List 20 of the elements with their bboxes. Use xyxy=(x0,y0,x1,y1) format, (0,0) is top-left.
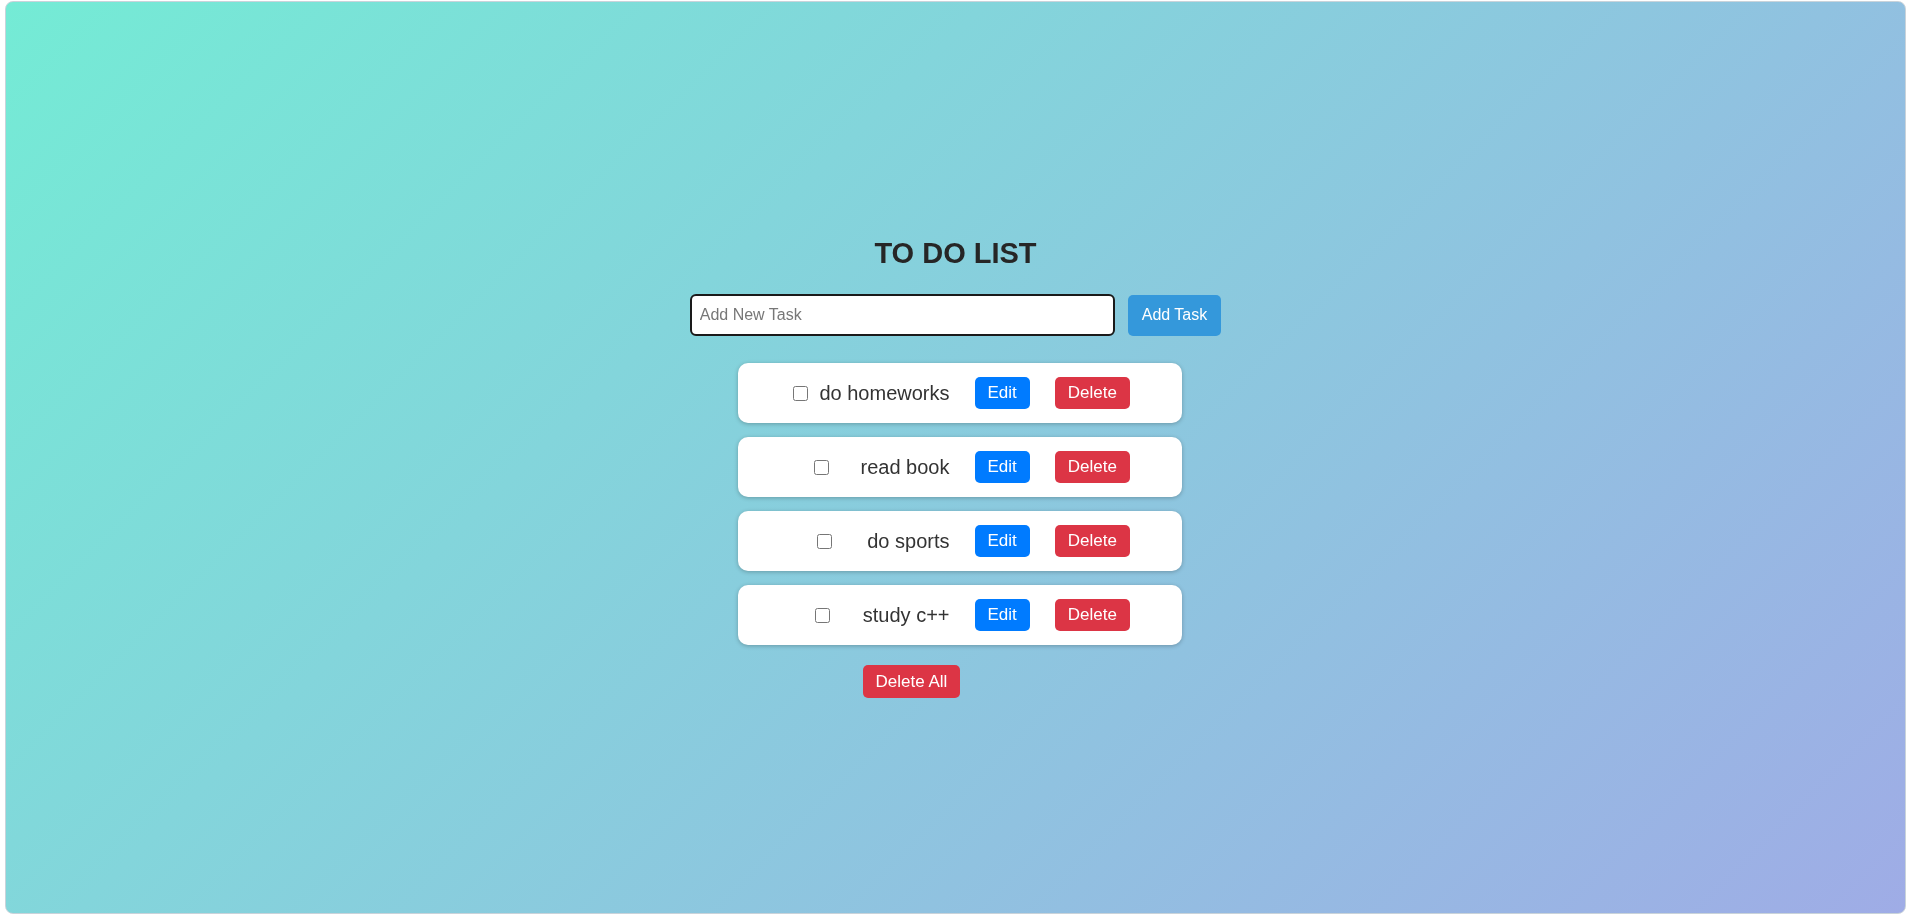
delete-all-button[interactable]: Delete All xyxy=(862,665,961,698)
task-text: read book xyxy=(860,455,950,479)
add-task-button[interactable]: Add Task xyxy=(1127,294,1222,336)
edit-button[interactable]: Edit xyxy=(974,525,1030,557)
delete-button[interactable]: Delete xyxy=(1054,525,1130,557)
edit-button[interactable]: Edit xyxy=(974,377,1030,409)
delete-button[interactable]: Delete xyxy=(1054,599,1130,631)
task-checkbox[interactable] xyxy=(815,607,831,623)
task-text: study c++ xyxy=(862,603,950,627)
delete-button[interactable]: Delete xyxy=(1054,451,1130,483)
delete-button[interactable]: Delete xyxy=(1054,377,1130,409)
task-checkbox[interactable] xyxy=(814,459,829,475)
task-checkbox[interactable] xyxy=(793,385,809,401)
task-checkbox[interactable] xyxy=(817,533,833,549)
task-text: do sports xyxy=(867,529,950,553)
new-task-field[interactable]: Add New Task xyxy=(689,294,1115,336)
task-text: do homeworks xyxy=(819,381,950,405)
edit-button[interactable]: Edit xyxy=(974,451,1030,483)
app-title: TO DO LIST xyxy=(874,237,1037,270)
edit-button[interactable]: Edit xyxy=(974,599,1030,631)
